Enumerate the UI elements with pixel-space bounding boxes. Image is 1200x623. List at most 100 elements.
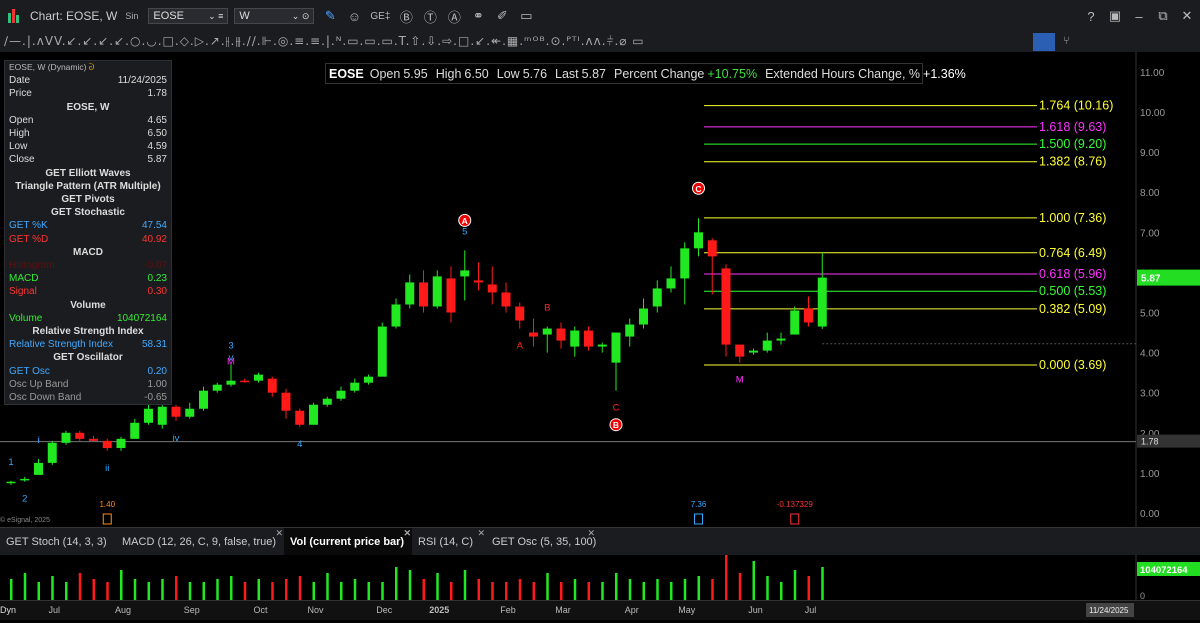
volume-bar (546, 573, 549, 600)
x-tick-label: Jun (748, 605, 763, 615)
event-marker-icon (694, 513, 703, 525)
b-icon[interactable]: Ⓑ (398, 7, 414, 26)
close-tab-icon[interactable]: ✕ (403, 528, 411, 539)
date-tag: 11/24/2025 (1089, 606, 1129, 615)
close-tab-icon[interactable]: ✕ (275, 528, 283, 539)
volume-bar (271, 582, 274, 600)
volume-bar (10, 579, 13, 600)
volume-bar (491, 582, 494, 600)
comment-icon[interactable]: ▭ (518, 8, 534, 24)
tab-label: GET Osc (5, 35, 100) (492, 535, 597, 548)
close-tab-icon[interactable]: ✕ (587, 528, 595, 539)
quote-open-label: Open (369, 66, 401, 81)
minimize-icon[interactable]: – (1128, 9, 1150, 24)
quote-ext-label: Extended Hours Change, % (765, 66, 921, 81)
wave-label: 4 (297, 439, 302, 450)
tab-get-osc[interactable]: GET Osc (5, 35, 100) ✕ (486, 528, 596, 555)
wave-circle-label: C (695, 184, 701, 194)
watermark: © eSignal, 2025 (0, 516, 50, 524)
drawing-tools-icon[interactable]: ∕—.|.ʌVV.↙.↙.↙.↙.○.◡.□.◇.▷.↗.⫲.⫵.∕∕.⊩.◎.… (4, 34, 1080, 50)
edit-icon[interactable]: ✐ (494, 8, 510, 24)
interval-menu-icon[interactable]: ⌄ ⊙ (292, 11, 310, 22)
volume-bar (532, 582, 535, 600)
candle-body (501, 292, 511, 307)
candle-body (515, 306, 525, 321)
candle-body (529, 332, 538, 337)
volume-bar (92, 579, 95, 600)
candle-body (584, 330, 593, 347)
tab-rsi[interactable]: RSI (14, C) ✕ (412, 528, 486, 555)
data-window: EOSE, W (Dynamic) ᘐ Date 11/24/2025 Price 1… (4, 60, 172, 406)
symbol-value: EOSE (153, 10, 184, 22)
close-label: Close (9, 154, 35, 166)
candle-body (762, 340, 772, 351)
volume-bar (106, 582, 109, 600)
candle-body (707, 240, 717, 257)
volume-bar (463, 570, 467, 600)
tab-label: GET Stoch (14, 3, 3) (6, 535, 107, 548)
candle-body (487, 284, 497, 293)
volume-bar (683, 579, 687, 600)
candle-body (639, 308, 648, 325)
candle-body (694, 232, 703, 249)
wave-label: M (736, 375, 744, 386)
y-tick-label: 4.00 (1140, 349, 1160, 360)
x-tick-label: Sep (184, 605, 200, 615)
fib-label: 0.382 (5.09) (1039, 302, 1106, 316)
restore-icon[interactable]: ⧉ (1152, 8, 1174, 24)
a-icon[interactable]: Ⓐ (446, 7, 462, 26)
volume-bar (697, 576, 700, 600)
layout-icon[interactable]: ▣ (1104, 8, 1126, 24)
volume-bar (477, 579, 480, 600)
osc-down-value: -0.65 (144, 392, 167, 404)
time-axis[interactable]: Jul Aug Sep Oct Nov Dec 2025 Feb Mar Apr May Jun Jul… (0, 600, 1200, 620)
rsi-section-title: Relative Strength Index (32, 326, 144, 338)
high-value: 6.50 (147, 128, 167, 140)
selected-tool-icon[interactable] (1033, 33, 1055, 51)
candle-body (61, 432, 71, 443)
title-bar: Chart: EOSE, W Sin EOSE ⌄ ≡ W ⌄ ⊙ ✎ ☺ GE… (0, 0, 1200, 33)
t-icon[interactable]: Ⓣ (422, 7, 438, 26)
tab-get-stoch[interactable]: GET Stoch (14, 3, 3) (0, 528, 116, 555)
wave-label: 1 (8, 457, 13, 468)
link-symbol-label[interactable]: Sin (125, 11, 138, 21)
link-icon[interactable]: ⚭ (470, 8, 486, 24)
volume-bar (560, 582, 563, 600)
fork-icon[interactable]: ⑂ (1063, 35, 1070, 47)
volume-bar (752, 561, 755, 600)
symbol-input[interactable]: EOSE ⌄ ≡ (148, 8, 229, 24)
tab-macd[interactable]: MACD (12, 26, C, 9, false, true) ✕ (116, 528, 284, 555)
elliott-section-title: GET Elliott Waves (45, 167, 131, 179)
volume-bar (23, 573, 27, 600)
smiley-icon[interactable]: ☺ (346, 9, 362, 24)
fib-label: 0.500 (5.53) (1039, 284, 1106, 298)
volume-chart[interactable]: 1040721640 (0, 552, 1200, 603)
close-icon[interactable]: ✕ (1176, 8, 1198, 24)
interval-input[interactable]: W ⌄ ⊙ (234, 8, 315, 24)
last-price-tag: 5.87 (1141, 274, 1161, 285)
candle-body (817, 277, 827, 327)
candle-body (652, 288, 662, 307)
tab-vol[interactable]: Vol (current price bar) ✕ (284, 528, 412, 555)
get-icon[interactable]: GE‡ (370, 11, 390, 22)
price-chart[interactable]: 11.0010.009.008.007.006.005.004.003.002.… (0, 52, 1200, 527)
close-tab-icon[interactable]: ✕ (477, 528, 485, 539)
candle-body (405, 282, 415, 305)
fib-label: 1.382 (8.76) (1039, 155, 1106, 169)
volume-bar (436, 573, 439, 600)
close-value: 5.87 (147, 154, 167, 166)
x-tick-label: Oct (253, 605, 268, 615)
volume-bar (340, 582, 343, 600)
volume-pane[interactable]: 104072164 0 (0, 552, 1200, 603)
chart-pane[interactable]: 11.0010.009.008.007.006.005.004.003.002.… (0, 52, 1200, 527)
fib-label: 1.000 (7.36) (1039, 211, 1106, 225)
quote-ext: +1.36% (923, 66, 966, 81)
candle-body (144, 408, 153, 423)
macd-label: MACD (9, 273, 39, 285)
chevron-down-icon[interactable]: ⌄ ≡ (208, 11, 223, 22)
quote-high: 6.50 (464, 66, 489, 81)
pencil-icon[interactable]: ✎ (322, 8, 338, 24)
candle-body (597, 344, 607, 347)
signal-label: Signal (9, 286, 37, 298)
help-icon[interactable]: ? (1080, 9, 1102, 24)
